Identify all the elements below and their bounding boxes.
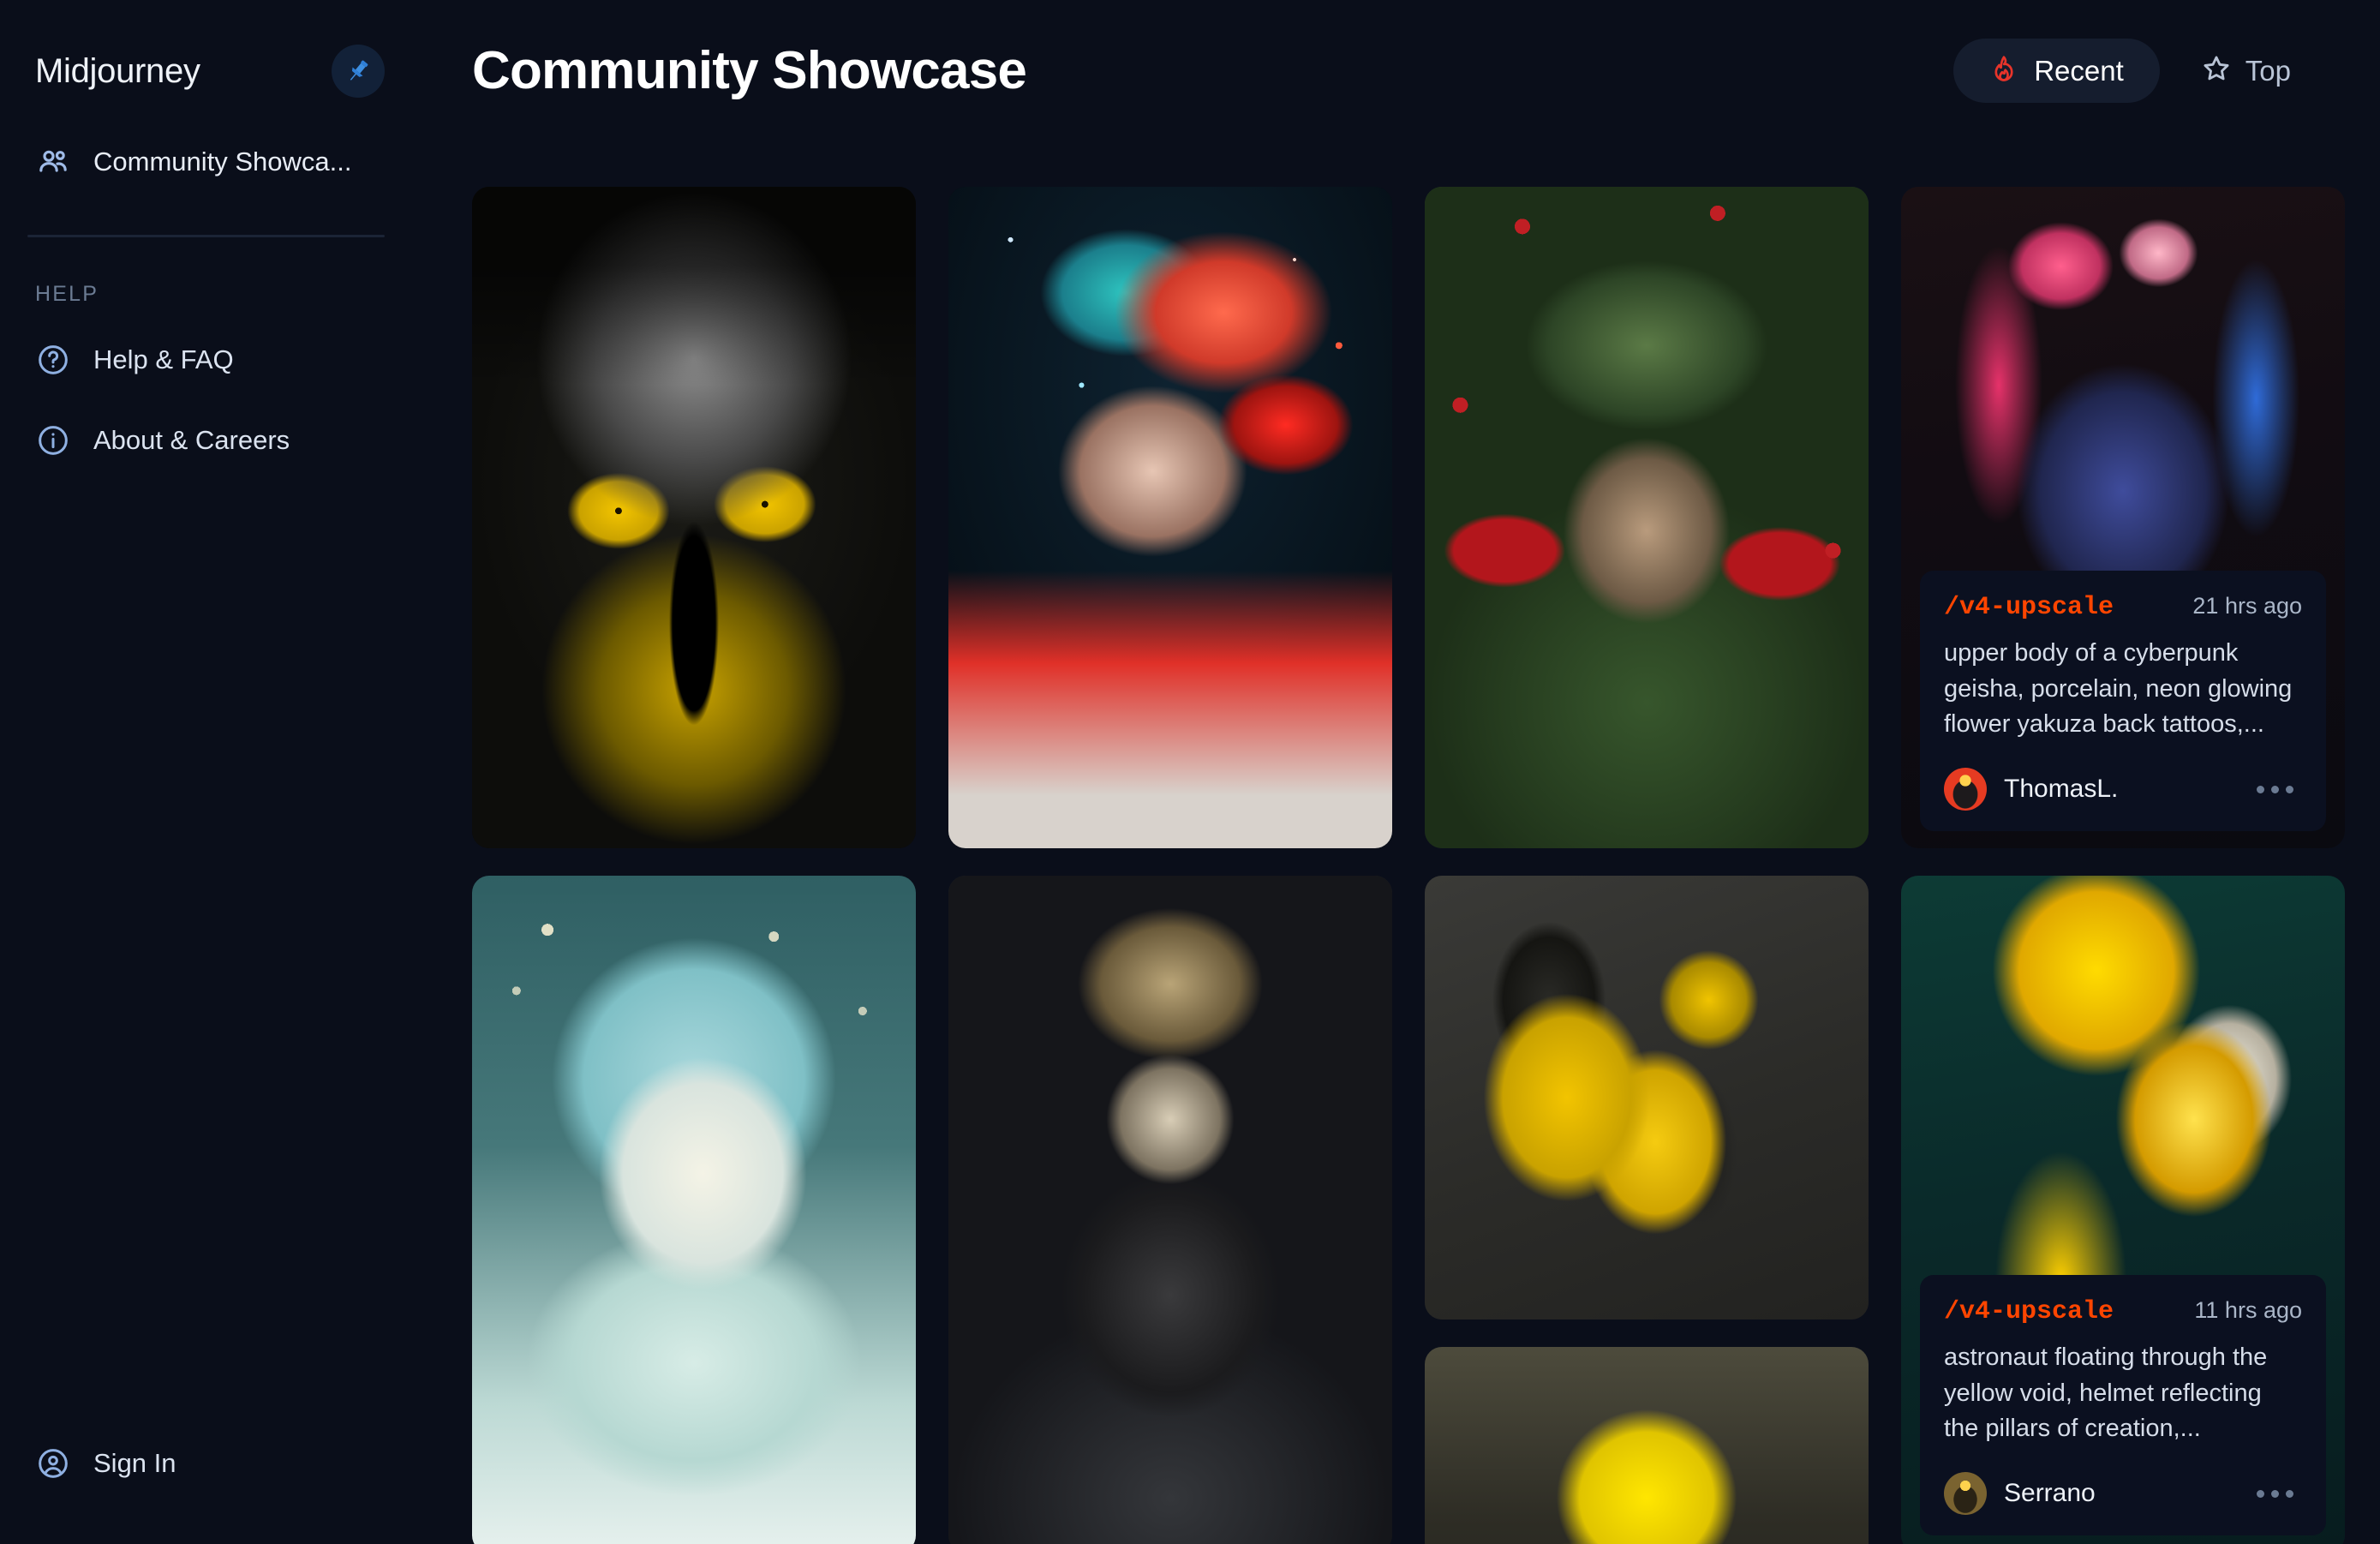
gallery-card[interactable] (1425, 187, 1869, 848)
sidebar-item-label: Help & FAQ (93, 344, 234, 374)
gallery-image (948, 187, 1392, 848)
gallery-image (472, 876, 916, 1544)
more-options-icon[interactable] (2248, 1481, 2302, 1506)
sidebar-item-community-showcase[interactable]: Community Showca... (0, 134, 417, 190)
people-group-icon (35, 145, 71, 179)
card-timestamp: 11 hrs ago (2194, 1297, 2302, 1324)
card-author-name: Serrano (2004, 1479, 2096, 1507)
card-prompt: astronaut floating through the yellow vo… (1944, 1344, 2268, 1442)
gallery-image (472, 187, 916, 848)
sidebar-divider (27, 235, 385, 237)
question-circle-icon (35, 343, 71, 377)
card-info-header: /v4-upscale 21 hrs ago (1944, 593, 2302, 622)
main-content: Community Showcase Recent Top /v4-upscal… (417, 0, 2380, 1544)
card-info-panel: /v4-upscale 21 hrs ago upper body of a c… (1920, 571, 2326, 831)
card-info-header: /v4-upscale 11 hrs ago (1944, 1297, 2302, 1326)
gallery-card[interactable] (1425, 1347, 1869, 1544)
gallery-image (1425, 876, 1869, 1320)
sort-top-label: Top (2245, 54, 2291, 87)
gallery-image (1425, 1347, 1869, 1544)
page-header: Community Showcase Recent Top (417, 0, 2380, 104)
sign-in-button[interactable]: Sign In (0, 1436, 212, 1491)
sidebar-brand-row: Midjourney (0, 0, 417, 98)
card-info-footer: Serrano (1944, 1472, 2302, 1515)
sidebar-item-label: About & Careers (93, 425, 290, 455)
card-info-panel: /v4-upscale 11 hrs ago astronaut floatin… (1920, 1275, 2326, 1535)
sort-recent-label: Recent (2034, 54, 2124, 87)
card-timestamp: 21 hrs ago (2192, 593, 2302, 619)
app-root: Midjourney Community Showca... HELP Help… (0, 0, 2380, 1544)
gallery-image (948, 876, 1392, 1544)
card-prompt: upper body of a cyberpunk geisha, porcel… (1944, 639, 2293, 738)
gallery-card[interactable]: /v4-upscale 11 hrs ago astronaut floatin… (1901, 876, 2345, 1544)
pin-icon (350, 60, 368, 81)
sort-top-button[interactable]: Top (2175, 38, 2317, 104)
gallery-card[interactable]: /v4-upscale 21 hrs ago upper body of a c… (1901, 187, 2345, 848)
info-circle-icon (35, 423, 71, 458)
brand-title: Midjourney (35, 51, 200, 90)
sidebar-section-help-label: HELP (35, 282, 99, 306)
pin-sidebar-button[interactable] (332, 45, 385, 98)
card-author-name: ThomasL. (2004, 775, 2119, 803)
more-options-icon[interactable] (2248, 777, 2302, 802)
gallery-image (1425, 187, 1869, 848)
star-icon (2201, 53, 2232, 88)
sidebar-item-label: Community Showca... (93, 147, 352, 177)
gallery-card[interactable] (472, 876, 916, 1544)
card-info-footer: ThomasL. (1944, 768, 2302, 811)
page-title: Community Showcase (472, 41, 1027, 100)
avatar (1944, 1472, 1987, 1515)
sidebar-item-about-careers[interactable]: About & Careers (0, 413, 417, 468)
sort-controls: Recent Top (1953, 38, 2317, 104)
card-command: /v4-upscale (1944, 1297, 2114, 1327)
sort-recent-button[interactable]: Recent (1953, 39, 2160, 103)
sign-in-label: Sign In (93, 1448, 176, 1478)
gallery-card[interactable] (948, 187, 1392, 848)
avatar (1944, 768, 1987, 811)
sidebar: Midjourney Community Showca... HELP Help… (0, 0, 417, 1544)
gallery-card[interactable] (472, 187, 916, 848)
gallery-card[interactable] (948, 876, 1392, 1544)
flame-icon (1989, 54, 2018, 87)
card-command: /v4-upscale (1944, 593, 2114, 623)
gallery-card[interactable] (1425, 876, 1869, 1320)
card-author[interactable]: Serrano (1944, 1472, 2096, 1515)
gallery-grid: /v4-upscale 21 hrs ago upper body of a c… (472, 180, 2380, 1544)
sidebar-item-help-faq[interactable]: Help & FAQ (0, 332, 417, 387)
card-author[interactable]: ThomasL. (1944, 768, 2118, 811)
user-circle-icon (35, 1446, 71, 1481)
